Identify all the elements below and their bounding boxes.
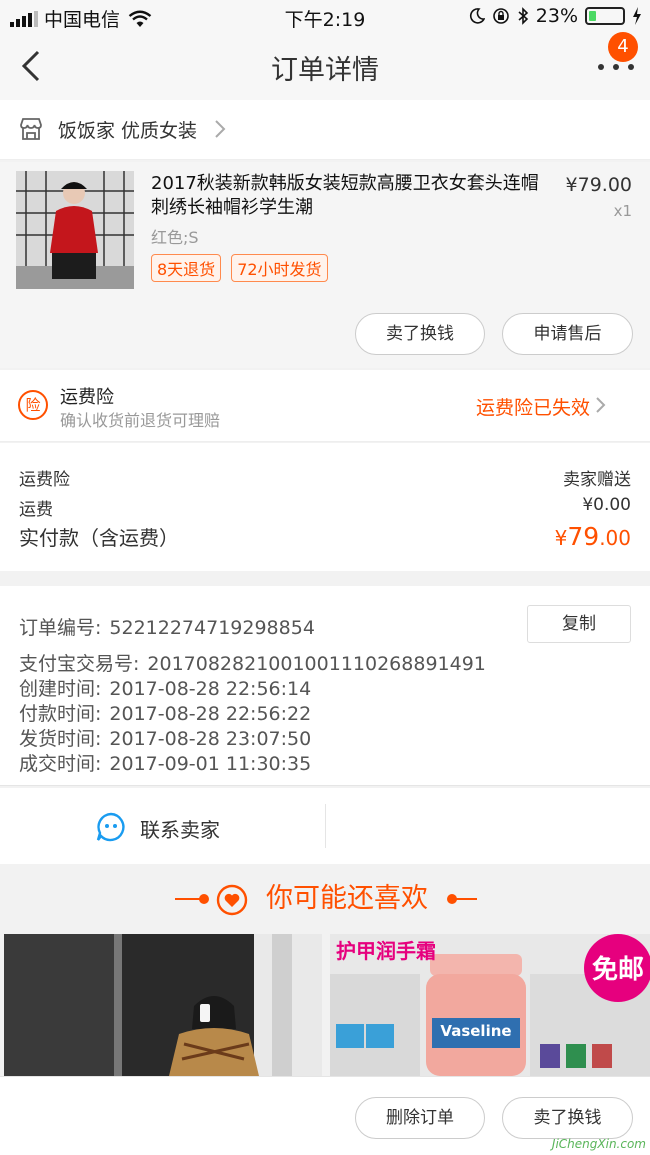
bluetooth-icon: [518, 7, 528, 25]
service-tag: 72小时发货: [231, 254, 328, 282]
created-time: 2017-08-28 22:56:14: [109, 678, 312, 700]
recommend-header: 你可能还喜欢: [0, 864, 650, 934]
after-sales-button[interactable]: 申请售后: [502, 313, 633, 355]
closed-line: 成交时间: 2017-09-01 11:30:35: [19, 749, 311, 776]
delete-order-button[interactable]: 删除订单: [355, 1097, 485, 1139]
shipped-line: 发货时间: 2017-08-28 23:07:50: [19, 724, 311, 751]
bottom-action-bar: 删除订单 卖了换钱 JiChengXin.com: [0, 1076, 650, 1155]
fee-value: 卖家赠送: [563, 470, 631, 490]
paid-time: 2017-08-28 22:56:22: [109, 703, 312, 725]
chevron-right-icon: [215, 120, 226, 138]
chat-bubble-icon: [96, 812, 125, 842]
created-line: 创建时间: 2017-08-28 22:56:14: [19, 674, 311, 701]
alipay-line: 支付宝交易号: 2017082821001001110268891491: [19, 649, 486, 676]
rotation-lock-icon: [492, 8, 509, 24]
shop-row[interactable]: 饭饭家 优质女装: [0, 100, 650, 160]
insurance-description: 确认收货前退货可理赔: [60, 411, 221, 430]
paid-line: 付款时间: 2017-08-28 22:56:22: [19, 699, 311, 726]
recommend-title: 你可能还喜欢: [0, 876, 650, 915]
product-quantity: x1: [613, 202, 632, 220]
shop-name: 饭饭家 优质女装: [58, 120, 198, 142]
nav-bar: 订单详情 4: [0, 32, 650, 100]
total-row: 实付款（含运费） ¥79.00: [19, 522, 631, 551]
total-int: 79: [567, 522, 600, 551]
paid-label: 付款时间:: [19, 703, 102, 725]
fee-row: 运费险 卖家赠送: [19, 465, 631, 490]
battery-percent: 23%: [535, 5, 578, 27]
service-tags: 8天退货 72小时发货: [151, 254, 328, 282]
service-tag: 8天退货: [151, 254, 222, 282]
fee-label: 运费: [19, 500, 53, 520]
order-number-label: 订单编号:: [19, 617, 102, 639]
recommend-product-2[interactable]: 护甲润手霜 免邮 Vaseline: [330, 934, 650, 1076]
fee-label: 运费险: [19, 470, 70, 490]
recommend-grid: 护甲润手霜 免邮 Vaseline: [0, 934, 650, 1076]
fee-summary: 运费险 卖家赠送 运费 ¥0.00 实付款（含运费） ¥79.00: [0, 443, 650, 571]
closed-label: 成交时间:: [19, 753, 102, 775]
status-right: 23%: [469, 5, 642, 27]
shop-icon: [20, 118, 42, 140]
fee-value: ¥0.00: [582, 495, 631, 515]
free-shipping-badge: 免邮: [592, 954, 644, 985]
recommend-product-1[interactable]: [4, 934, 322, 1076]
order-number: 52212274719298854: [109, 617, 315, 639]
closed-time: 2017-09-01 11:30:35: [109, 753, 312, 775]
alipay-number: 2017082821001001110268891491: [147, 653, 486, 675]
shipped-time: 2017-08-28 23:07:50: [109, 728, 312, 750]
fee-row: 运费 ¥0.00: [19, 495, 631, 520]
contact-seller-label: 联系卖家: [140, 818, 220, 842]
insurance-title: 运费险: [60, 387, 114, 408]
total-currency: ¥: [554, 526, 568, 550]
alipay-label: 支付宝交易号:: [19, 653, 140, 675]
contact-bar: 联系卖家: [0, 788, 650, 864]
copy-button[interactable]: 复制: [527, 605, 631, 643]
decor-line: [451, 898, 477, 900]
moon-icon: [469, 8, 485, 24]
product-brand: Vaseline: [440, 1022, 511, 1040]
divider: [325, 804, 326, 848]
product-sku: 红色;S: [151, 228, 199, 247]
battery-icon: [585, 7, 625, 25]
order-item: 2017秋装新款韩版女装短款高腰卫衣女套头连帽刺绣长袖帽衫学生潮 ¥79.00 …: [0, 162, 650, 368]
insurance-icon: 险: [18, 390, 48, 420]
recommend-title-text: 你可能还喜欢: [266, 883, 428, 914]
status-bar: 中国电信 下午2:19 23%: [0, 0, 650, 32]
shipped-label: 发货时间:: [19, 728, 102, 750]
total-decimal: .00: [599, 526, 631, 550]
page-title: 订单详情: [271, 55, 379, 86]
product-price: ¥79.00: [565, 174, 632, 196]
created-label: 创建时间:: [19, 678, 102, 700]
product-caption: 护甲润手霜: [336, 939, 436, 963]
insurance-status: 运费险已失效: [475, 397, 590, 419]
resell-button[interactable]: 卖了换钱: [502, 1097, 633, 1139]
product-name[interactable]: 2017秋装新款韩版女装短款高腰卫衣女套头连帽刺绣长袖帽衫学生潮: [151, 172, 546, 220]
shipping-insurance-row[interactable]: 险 运费险 确认收货前退货可理赔 运费险已失效: [0, 370, 650, 442]
contact-seller-button[interactable]: 联系卖家: [0, 788, 325, 864]
notification-badge: 4: [608, 32, 638, 62]
total-label: 实付款（含运费）: [19, 526, 179, 550]
resell-button[interactable]: 卖了换钱: [355, 313, 485, 355]
watermark: JiChengXin.com: [551, 1137, 646, 1151]
chevron-right-icon: [596, 397, 606, 413]
order-number-line: 订单编号: 52212274719298854: [19, 613, 315, 640]
order-details: 订单编号: 52212274719298854 复制 支付宝交易号: 2017082…: [0, 586, 650, 786]
charging-icon: [633, 7, 641, 25]
product-thumbnail[interactable]: [16, 171, 134, 289]
total-price: ¥79.00: [555, 522, 631, 551]
